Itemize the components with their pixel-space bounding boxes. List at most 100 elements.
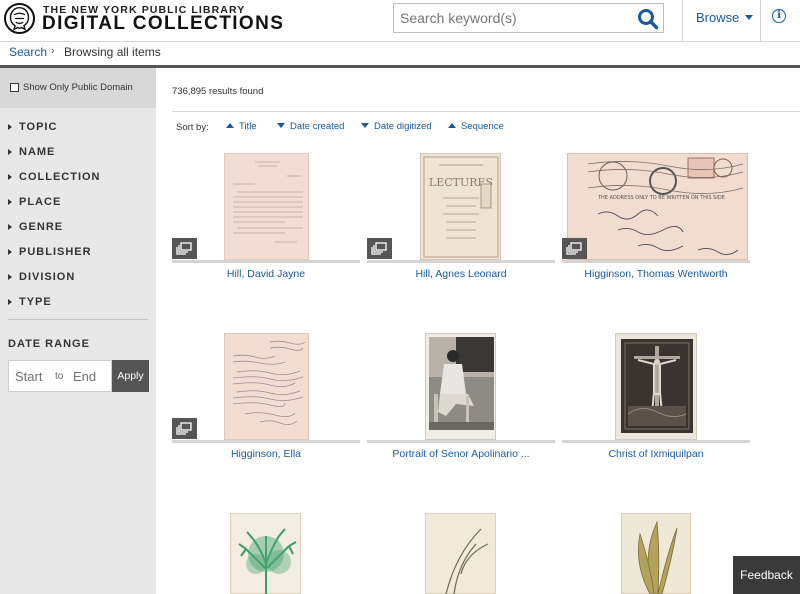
search-box (393, 3, 664, 33)
chevron-down-icon (745, 15, 754, 20)
caret-right-icon (8, 274, 12, 280)
sort-title-button[interactable]: Title (226, 121, 257, 132)
public-domain-label[interactable]: Show Only Public Domain (23, 82, 133, 93)
sort-label: Title (239, 121, 257, 132)
item-underline (172, 440, 360, 443)
caret-right-icon (8, 224, 12, 230)
result-item[interactable]: THE ADDRESS ONLY TO BE WRITTEN ON THIS S… (562, 150, 750, 300)
search-input[interactable] (394, 4, 634, 32)
result-item[interactable]: LECTURES Hill, Agnes Leonard (367, 150, 555, 300)
header-divider (682, 0, 683, 42)
results-divider (172, 111, 800, 112)
sort-label: Sequence (461, 121, 504, 132)
breadcrumb: Search › Browsing all items (0, 42, 800, 65)
facet-label: NAME (19, 146, 56, 158)
lectures-pamphlet-image: LECTURES (420, 153, 501, 260)
public-domain-filter[interactable]: Show Only Public Domain (0, 68, 156, 108)
item-title-link[interactable]: Higginson, Ella (172, 448, 360, 460)
leaf-specimen-image (621, 513, 691, 594)
sort-arrow-down-icon (361, 123, 369, 128)
item-thumbnail[interactable] (367, 330, 555, 440)
svg-text:THE ADDRESS ONLY TO BE WRITTEN: THE ADDRESS ONLY TO BE WRITTEN ON THIS S… (597, 195, 725, 201)
item-title-link[interactable]: Hill, Agnes Leonard (367, 268, 555, 280)
item-thumbnail[interactable] (367, 510, 555, 594)
date-start-input[interactable] (15, 369, 53, 384)
result-item[interactable]: Higginson, Ella (172, 330, 360, 480)
sidebar: Show Only Public Domain TOPIC NAME COLLE… (0, 68, 156, 594)
multi-image-icon (367, 238, 392, 259)
facet-topic[interactable]: TOPIC (0, 118, 156, 143)
browse-label: Browse (696, 10, 740, 25)
facet-label: TYPE (19, 296, 52, 308)
handwritten-letter-image (224, 333, 309, 440)
item-thumbnail[interactable] (562, 330, 750, 440)
item-thumbnail[interactable] (172, 510, 360, 594)
facet-collection[interactable]: COLLECTION (0, 168, 156, 193)
result-item[interactable] (367, 510, 555, 594)
portrait-photo-image (425, 333, 496, 440)
item-title-link[interactable]: Higginson, Thomas Wentworth (562, 268, 750, 280)
sort-arrow-down-icon (277, 123, 285, 128)
letter-document-image (224, 153, 309, 260)
item-thumbnail[interactable]: THE ADDRESS ONLY TO BE WRITTEN ON THIS S… (562, 150, 750, 260)
result-item[interactable]: Christ of Ixmiquilpan (562, 330, 750, 480)
date-end-input[interactable] (73, 369, 109, 384)
facet-type[interactable]: TYPE (0, 293, 156, 318)
sort-date-created-button[interactable]: Date created (277, 121, 344, 132)
grass-specimen-image (425, 513, 496, 594)
sort-arrow-up-icon (448, 123, 456, 128)
date-range-inputs: to (8, 360, 112, 392)
facet-label: TOPIC (19, 121, 58, 133)
item-title-link[interactable]: Hill, David Jayne (172, 268, 360, 280)
date-to-label: to (55, 371, 64, 382)
item-title-link[interactable]: Christ of Ixmiquilpan (562, 448, 750, 460)
facet-publisher[interactable]: PUBLISHER (0, 243, 156, 268)
breadcrumb-current: Browsing all items (64, 45, 161, 59)
seaweed-specimen-image (230, 513, 301, 594)
result-item[interactable] (562, 510, 750, 594)
item-underline (562, 260, 750, 263)
caret-right-icon (8, 299, 12, 305)
item-underline (172, 260, 360, 263)
facet-genre[interactable]: GENRE (0, 218, 156, 243)
multi-image-icon (562, 238, 587, 259)
search-icon[interactable] (637, 8, 659, 30)
item-thumbnail[interactable]: LECTURES (367, 150, 555, 260)
facet-division[interactable]: DIVISION (0, 268, 156, 293)
sort-date-digitized-button[interactable]: Date digitized (361, 121, 432, 132)
item-title-link[interactable]: Portrait of Senor Apolinario ... (367, 448, 555, 460)
breadcrumb-separator-icon: › (51, 45, 55, 57)
feedback-button[interactable]: Feedback (733, 556, 800, 594)
item-thumbnail[interactable] (172, 150, 360, 260)
date-apply-button[interactable]: Apply (112, 360, 149, 392)
caret-right-icon (8, 199, 12, 205)
facet-place[interactable]: PLACE (0, 193, 156, 218)
nypl-lion-logo-icon[interactable] (4, 3, 35, 34)
breadcrumb-search-link[interactable]: Search (9, 45, 47, 59)
header: THE NEW YORK PUBLIC LIBRARY DIGITAL COLL… (0, 0, 800, 42)
item-thumbnail[interactable] (562, 510, 750, 594)
item-thumbnail[interactable] (172, 330, 360, 440)
facet-label: PUBLISHER (19, 246, 92, 258)
public-domain-checkbox[interactable] (10, 83, 19, 92)
result-item[interactable]: Hill, David Jayne (172, 150, 360, 300)
crucifix-engraving-image (615, 333, 697, 440)
browse-menu-button[interactable]: Browse (696, 10, 754, 25)
item-underline (367, 440, 555, 443)
info-icon[interactable]: i (772, 9, 786, 23)
result-item[interactable]: Portrait of Senor Apolinario ... (367, 330, 555, 480)
sort-sequence-button[interactable]: Sequence (448, 121, 504, 132)
logo-title[interactable]: DIGITAL COLLECTIONS (42, 13, 284, 35)
facet-label: COLLECTION (19, 171, 101, 183)
sort-arrow-up-icon (226, 123, 234, 128)
sidebar-divider (8, 319, 148, 320)
facet-list: TOPIC NAME COLLECTION PLACE GENRE PUBLIS… (0, 118, 156, 318)
facet-name[interactable]: NAME (0, 143, 156, 168)
item-underline (367, 260, 555, 263)
caret-right-icon (8, 249, 12, 255)
caret-right-icon (8, 149, 12, 155)
multi-image-icon (172, 418, 197, 439)
facet-label: DIVISION (19, 271, 76, 283)
caret-right-icon (8, 174, 12, 180)
result-item[interactable] (172, 510, 360, 594)
